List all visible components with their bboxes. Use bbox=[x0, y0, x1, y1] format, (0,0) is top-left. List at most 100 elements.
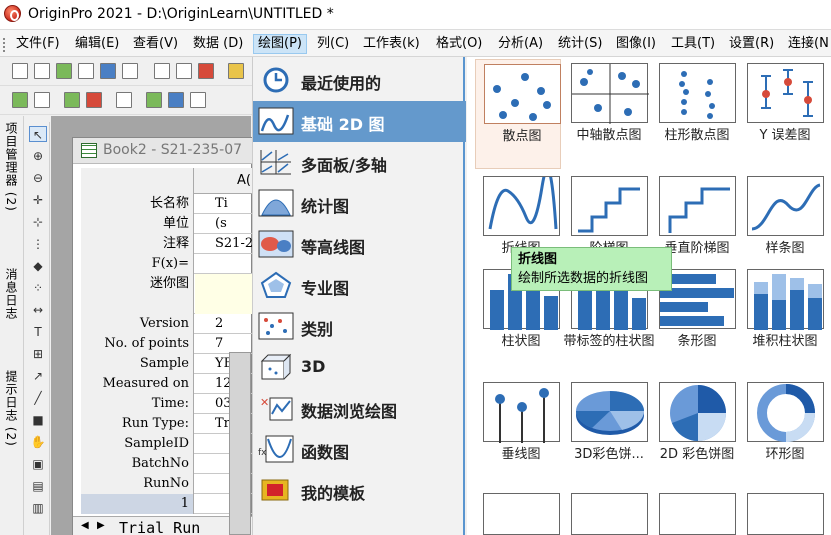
row-header[interactable]: Time: bbox=[81, 394, 194, 414]
mask-tool-icon[interactable]: ◆ bbox=[29, 258, 47, 274]
annotation-icon[interactable]: ⊞ bbox=[29, 346, 47, 362]
row-header[interactable]: 迷你图 bbox=[81, 274, 194, 314]
corner-cell[interactable] bbox=[81, 168, 194, 194]
menu-worksheet[interactable]: 工作表(k) bbox=[359, 34, 424, 54]
draw-data-icon[interactable]: ⁘ bbox=[29, 280, 47, 296]
data-selector-icon[interactable]: ⋮ bbox=[29, 236, 47, 252]
row-header[interactable]: Run Type: bbox=[81, 414, 194, 434]
new-notes-icon[interactable] bbox=[154, 63, 170, 79]
function-graph-icon[interactable] bbox=[122, 63, 138, 79]
new-graph-icon[interactable] bbox=[78, 63, 94, 79]
gallery-item-scatter[interactable]: 散点图 bbox=[475, 59, 561, 169]
row-header[interactable]: SampleID bbox=[81, 434, 194, 454]
worksheet-row[interactable]: Time: 03 bbox=[81, 394, 253, 414]
data-reader-icon[interactable]: ✛ bbox=[29, 192, 47, 208]
worksheet-row[interactable]: 长名称 Ti bbox=[81, 194, 253, 214]
toolbar-tool-5-icon[interactable] bbox=[116, 92, 132, 108]
worksheet-row[interactable]: 注释 S21-2 bbox=[81, 234, 253, 254]
open-icon[interactable] bbox=[228, 63, 244, 79]
new-project-icon[interactable] bbox=[12, 63, 28, 79]
gallery-item-2d-pie[interactable]: 2D 彩色饼图 bbox=[651, 378, 737, 488]
pointer-tool-icon[interactable]: ↖ bbox=[29, 126, 47, 142]
gadget-tool-icon[interactable]: ▥ bbox=[29, 500, 47, 516]
gallery-item-stacked-column[interactable]: 堆积柱状图 bbox=[739, 265, 825, 375]
gallery-item-partial-icon[interactable] bbox=[659, 493, 736, 535]
worksheet-row[interactable]: F(x)= bbox=[81, 254, 253, 274]
line-tool-icon[interactable]: ╱ bbox=[29, 390, 47, 406]
menu-data[interactable]: 数据 (D) bbox=[189, 34, 247, 54]
worksheet-row[interactable]: Version 2 bbox=[81, 314, 253, 334]
gallery-item-doughnut[interactable]: 环形图 bbox=[739, 378, 825, 488]
scale-tool-icon[interactable]: ↔ bbox=[29, 302, 47, 318]
zoom-in-icon[interactable]: ⊕ bbox=[29, 148, 47, 164]
gallery-item-y-error[interactable]: Y 误差图 bbox=[739, 59, 825, 169]
origin-app-icon[interactable] bbox=[4, 5, 21, 22]
region-tool-icon[interactable]: ▣ bbox=[29, 456, 47, 472]
plot-menu-item-3d[interactable]: 3D bbox=[253, 347, 466, 388]
screen-reader-icon[interactable]: ⊹ bbox=[29, 214, 47, 230]
new-layout-icon[interactable] bbox=[176, 63, 192, 79]
worksheet-row[interactable]: BatchNo bbox=[81, 454, 253, 474]
row-header[interactable]: Sample bbox=[81, 354, 194, 374]
worksheet-row[interactable]: 单位 (s bbox=[81, 214, 253, 234]
gallery-item-partial-icon[interactable] bbox=[483, 493, 560, 535]
menu-settings[interactable]: 设置(R) bbox=[725, 34, 778, 54]
plot-menu-item-specialized[interactable]: 专业图 bbox=[253, 265, 466, 306]
scroll-left-icon[interactable]: ◀ bbox=[81, 520, 89, 531]
menu-plot[interactable]: 绘图(P) bbox=[253, 34, 307, 54]
rectangle-tool-icon[interactable]: ■ bbox=[29, 412, 47, 428]
new-folder-icon[interactable] bbox=[34, 63, 50, 79]
row-header[interactable]: 单位 bbox=[81, 214, 194, 234]
row-header[interactable]: 注释 bbox=[81, 234, 194, 254]
workbook-title-bar[interactable]: Book2 - S21-235-07 bbox=[73, 138, 253, 164]
tab-project-explorer[interactable]: 项目管理器 (2) bbox=[3, 122, 19, 212]
text-tool-icon[interactable]: T bbox=[29, 324, 47, 340]
worksheet-row[interactable]: Sample YB bbox=[81, 354, 253, 374]
gallery-item-partial-icon[interactable] bbox=[571, 493, 648, 535]
cell-value[interactable]: 7 bbox=[195, 334, 253, 354]
plot-menu-item-basic-2d[interactable]: 基础 2D 图 bbox=[253, 101, 466, 142]
toolbar-tool-6-icon[interactable] bbox=[146, 92, 162, 108]
row-header[interactable]: 长名称 bbox=[81, 194, 194, 214]
worksheet-row[interactable]: RunNo bbox=[81, 474, 253, 494]
plot-menu-item-statistics[interactable]: 统计图 bbox=[253, 183, 466, 224]
toolbar-tool-3-icon[interactable] bbox=[64, 92, 80, 108]
cell-value[interactable]: S21-2 bbox=[195, 234, 253, 254]
menu-file[interactable]: 文件(F) bbox=[12, 34, 64, 54]
gallery-item-3d-pie[interactable]: 3D彩色饼... bbox=[563, 378, 649, 488]
plot-menu-item-category[interactable]: 类别 bbox=[253, 306, 466, 347]
plot-menu-item-function[interactable]: fx 函数图 bbox=[253, 429, 466, 470]
column-header[interactable]: A( bbox=[81, 168, 253, 194]
toolbar-tool-1-icon[interactable] bbox=[12, 92, 28, 108]
menubar-grip-icon[interactable] bbox=[3, 38, 6, 52]
arrow-tool-icon[interactable]: ↗ bbox=[29, 368, 47, 384]
worksheet-row[interactable]: Run Type: Tr bbox=[81, 414, 253, 434]
menu-format[interactable]: 格式(O) bbox=[432, 34, 486, 54]
toolbar-tool-2-icon[interactable] bbox=[34, 92, 50, 108]
cell-value[interactable]: 2 bbox=[195, 314, 253, 334]
menu-analysis[interactable]: 分析(A) bbox=[494, 34, 547, 54]
row-header[interactable]: F(x)= bbox=[81, 254, 194, 274]
insert-graph-icon[interactable]: ▤ bbox=[29, 478, 47, 494]
cell-value[interactable]: (s bbox=[195, 214, 253, 234]
toolbar-tool-7-icon[interactable] bbox=[168, 92, 184, 108]
worksheet-row[interactable]: 迷你图 bbox=[81, 274, 253, 314]
new-matrix-icon[interactable] bbox=[100, 63, 116, 79]
row-header[interactable]: Measured on bbox=[81, 374, 194, 394]
menu-image[interactable]: 图像(I) bbox=[612, 34, 660, 54]
gallery-item-column-scatter[interactable]: 柱形散点图 bbox=[651, 59, 737, 169]
tab-hint-log[interactable]: 提示日志 (2) bbox=[3, 370, 19, 447]
row-header[interactable]: 1 bbox=[81, 494, 194, 514]
gallery-item-partial-icon[interactable] bbox=[747, 493, 824, 535]
plot-menu-item-template[interactable]: 我的模板 bbox=[253, 470, 466, 511]
menu-connect[interactable]: 连接(N bbox=[784, 34, 831, 54]
menu-view[interactable]: 查看(V) bbox=[129, 34, 182, 54]
plot-menu-item-recent[interactable]: 最近使用的 bbox=[253, 60, 466, 101]
import-icon[interactable] bbox=[198, 63, 214, 79]
cell-value[interactable] bbox=[195, 274, 253, 314]
cell-value[interactable] bbox=[195, 254, 253, 274]
menu-column[interactable]: 列(C) bbox=[313, 34, 353, 54]
worksheet-row[interactable]: No. of points 7 bbox=[81, 334, 253, 354]
toolbar-tool-8-icon[interactable] bbox=[190, 92, 206, 108]
zoom-out-icon[interactable]: ⊖ bbox=[29, 170, 47, 186]
